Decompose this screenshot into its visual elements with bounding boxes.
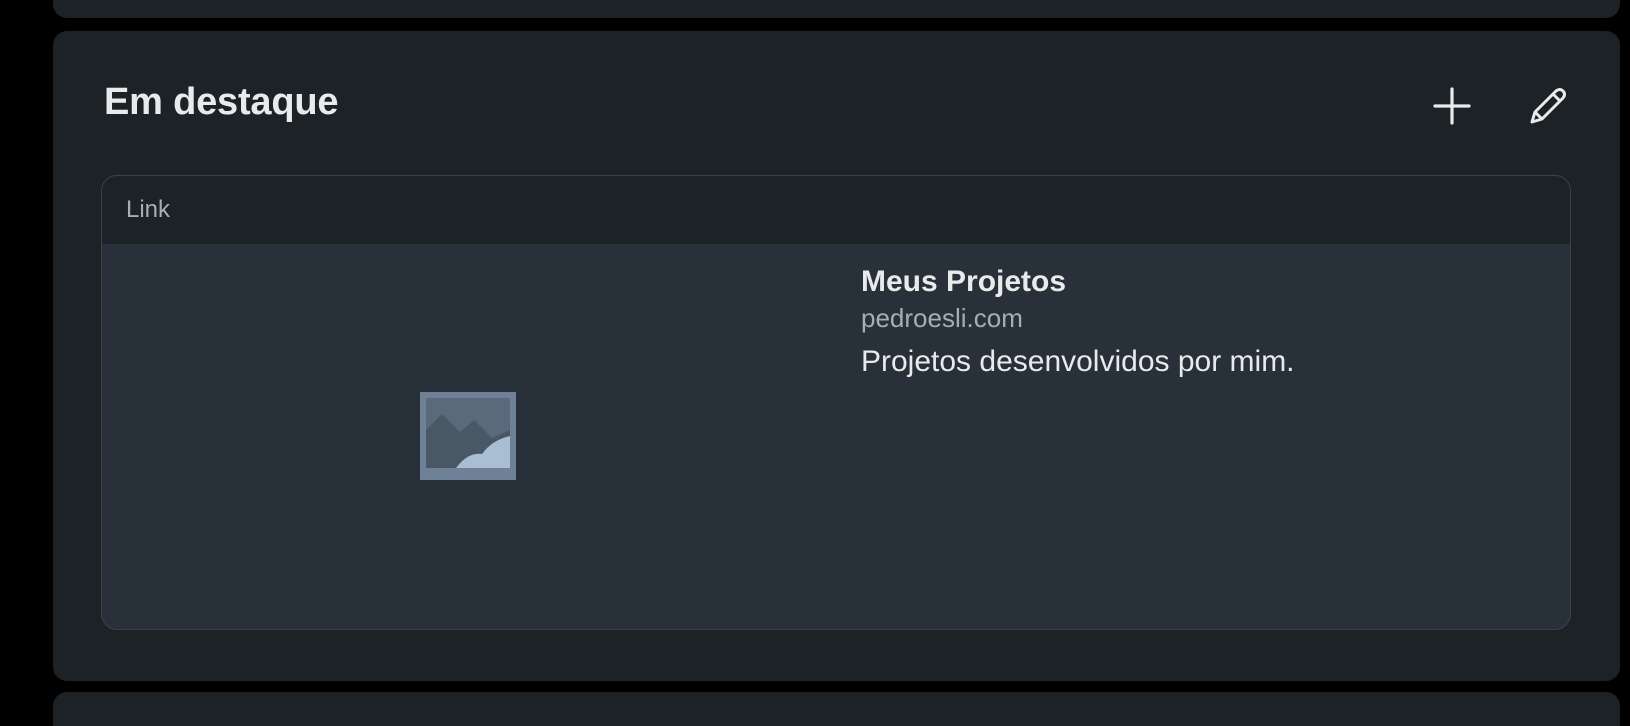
section-title: Em destaque [104, 81, 339, 123]
next-section-card [53, 692, 1620, 726]
featured-item-description: Projetos desenvolvidos por mim. [861, 345, 1295, 378]
plus-icon [1433, 87, 1471, 125]
featured-item-title: Meus Projetos [861, 265, 1067, 298]
featured-link-item[interactable]: Link Meus Projetos pedroesli.com Projeto… [101, 175, 1571, 630]
featured-item-body: Meus Projetos pedroesli.com Projetos des… [102, 244, 1570, 629]
featured-item-type-label: Link [126, 196, 171, 223]
add-featured-button[interactable] [1422, 76, 1482, 136]
pencil-icon [1530, 88, 1566, 124]
page: Em destaque Link Meus Projetos pedroesli… [0, 0, 1630, 726]
previous-section-card [53, 0, 1620, 18]
featured-item-text: Meus Projetos pedroesli.com Projetos des… [861, 264, 1295, 382]
image-placeholder-icon [420, 392, 516, 480]
featured-section-card: Em destaque Link Meus Projetos pedroesli… [53, 31, 1620, 681]
featured-item-domain: pedroesli.com [861, 303, 1023, 333]
featured-item-header: Link [102, 176, 1570, 244]
edit-featured-button[interactable] [1518, 76, 1578, 136]
